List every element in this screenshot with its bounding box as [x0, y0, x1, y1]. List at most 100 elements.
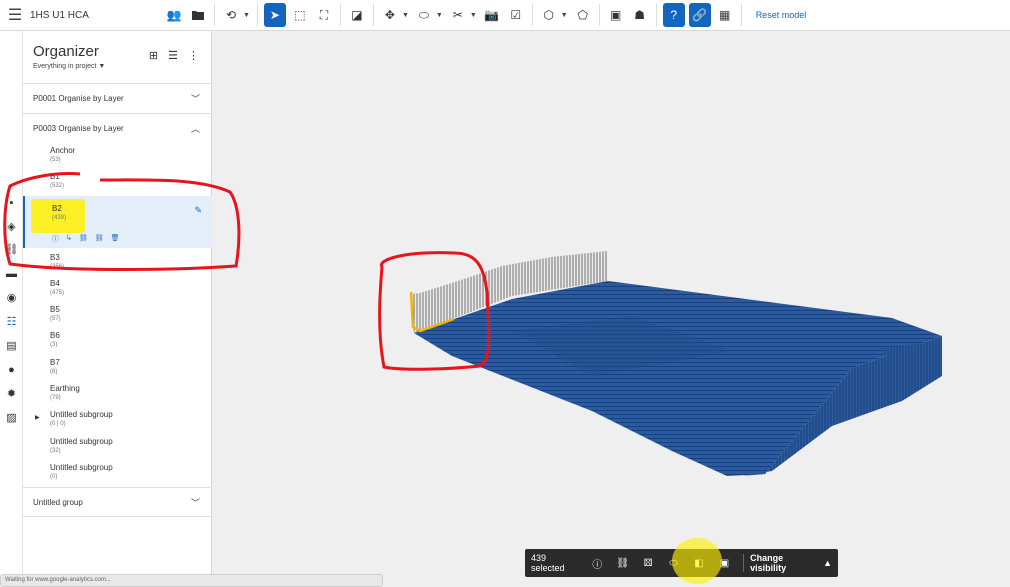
toolbar-divider — [372, 4, 374, 26]
3d-viewport[interactable] — [212, 31, 1010, 587]
gallery-icon[interactable]: ▣ — [606, 3, 626, 27]
check-circle-icon[interactable]: ● — [4, 362, 19, 377]
link-add-icon[interactable]: ⛓ — [614, 554, 631, 572]
chevron-down-icon: ▼ — [98, 63, 106, 70]
chevron-down-icon[interactable]: ▼ — [436, 12, 443, 19]
box-select-icon[interactable]: ⬚ — [290, 3, 310, 27]
section-p0003[interactable]: P0003 Organise by Layer ︿ — [23, 113, 212, 143]
item-count: (32) — [50, 448, 61, 454]
cursor-highlight — [672, 538, 722, 584]
add-folder-icon[interactable]: ⊞ — [149, 49, 158, 62]
camera-icon[interactable]: ◉ — [4, 290, 19, 305]
item-name: Earthing — [50, 384, 80, 393]
section-untitled-group[interactable]: Untitled group ﹀ — [23, 487, 212, 517]
chevron-down-icon[interactable]: ▼ — [561, 12, 568, 19]
item-count: (475) — [50, 290, 65, 296]
toolbar-divider — [256, 4, 258, 26]
item-name: B4 — [50, 279, 60, 288]
list-item[interactable]: Untitled subgroup (32) — [23, 437, 212, 456]
organizer-actions: ⊞ ☰ ⋮ — [149, 49, 199, 62]
cursor-icon[interactable]: ➤ — [263, 3, 286, 27]
list-item[interactable]: B5 (57) — [23, 305, 212, 324]
sort-icon[interactable]: ☰ — [168, 49, 178, 62]
item-name: Anchor — [50, 146, 76, 155]
toolbar-divider — [339, 4, 341, 26]
chevron-down-icon[interactable]: ▼ — [243, 12, 250, 19]
scissors-icon[interactable]: ✂ — [448, 3, 468, 27]
change-visibility-button[interactable]: Change visibility ▲ — [750, 553, 832, 573]
dice-icon[interactable]: ⚄ — [639, 554, 656, 572]
chevron-up-icon: ︿ — [190, 124, 200, 134]
item-count: (53) — [50, 157, 61, 163]
toolbar-divider — [531, 4, 533, 26]
link-icon[interactable]: 🔗 — [688, 3, 711, 27]
selection-count: 439 selected — [531, 553, 565, 573]
crop-icon[interactable]: ⛶ — [314, 3, 334, 27]
chevron-down-icon[interactable]: ▼ — [402, 12, 409, 19]
browser-status-bar: Waiting for www.google-analytics.com... — [0, 574, 383, 587]
shield-icon[interactable]: ⬠ — [573, 3, 593, 27]
item-name: Untitled subgroup — [50, 437, 113, 446]
item-name: Untitled subgroup — [50, 463, 113, 472]
item-name: Untitled subgroup — [50, 410, 113, 419]
section-label: Untitled group — [33, 497, 83, 507]
list-item[interactable]: Anchor (53) — [23, 146, 212, 165]
item-count: (79) — [50, 395, 61, 401]
add-user-icon[interactable]: 👥 — [164, 3, 184, 27]
item-count: (8) — [50, 369, 58, 375]
section-label: P0003 Organise by Layer — [33, 124, 124, 133]
annotation-overlay — [3, 172, 241, 271]
toolbar-divider — [598, 4, 600, 26]
folder-icon[interactable] — [188, 3, 208, 27]
toolbar-divider — [740, 4, 742, 26]
camera-icon[interactable]: 📷 — [482, 3, 502, 27]
item-name: B7 — [50, 358, 60, 367]
item-name: B5 — [50, 305, 60, 314]
help-icon[interactable]: ? — [662, 3, 685, 27]
list-item[interactable]: B6 (3) — [23, 331, 212, 350]
list-item[interactable]: B7 (8) — [23, 358, 212, 377]
divider — [743, 554, 745, 572]
more-vertical-icon[interactable]: ⋮ — [188, 49, 199, 62]
project-title: 1HS U1 HCA — [30, 9, 89, 21]
info-icon[interactable]: ⓘ — [588, 554, 605, 572]
model-render[interactable] — [212, 31, 1010, 587]
measure-icon[interactable]: ◪ — [347, 3, 367, 27]
organizer-scope-dropdown[interactable]: Everything in project ▼ — [33, 63, 105, 70]
item-name: B6 — [50, 331, 60, 340]
list-item[interactable]: Earthing (79) — [23, 384, 212, 403]
top-toolbar: ☰ 1HS U1 HCA 👥 ⟲ ▼ ➤ ⬚ ⛶ ◪ ✥ ▼ ⬭ ▼ ✂ ▼ 📷 ☑ ⬡… — [0, 0, 1010, 31]
organizer-icon[interactable]: ☷ — [4, 314, 19, 329]
ghost-icon[interactable]: ☗ — [630, 3, 650, 27]
axis-icon[interactable]: ✥ — [380, 3, 400, 27]
item-count: (0 | 0) — [50, 421, 66, 427]
scope-label: Everything in project — [33, 63, 97, 70]
list-item[interactable]: Untitled subgroup (0) — [23, 463, 212, 482]
organizer-panel: Organizer Everything in project ▼ ⊞ ☰ ⋮ … — [23, 31, 212, 587]
image-icon[interactable]: ▨ — [4, 410, 19, 425]
chevron-down-icon: ﹀ — [190, 94, 200, 104]
expand-arrow-icon[interactable]: ▶ — [35, 414, 40, 421]
item-count: (57) — [50, 316, 61, 322]
table-icon[interactable]: ▤ — [4, 338, 19, 353]
settings-icon[interactable]: ✹ — [4, 386, 19, 401]
item-count: (0) — [50, 474, 58, 480]
chevron-down-icon: ﹀ — [190, 497, 200, 508]
task-icon[interactable]: ☑ — [506, 3, 526, 27]
chevron-down-icon[interactable]: ▼ — [470, 12, 477, 19]
left-icon-rail: ▪ ◈ ⛓ ▬ ◉ ☷ ▤ ● ✹ ▨ — [0, 31, 23, 587]
list-item[interactable]: ▶ Untitled subgroup (0 | 0) — [23, 410, 212, 429]
organizer-title: Organizer — [33, 43, 99, 60]
cube-icon[interactable]: ⬡ — [539, 3, 559, 27]
calculator-icon[interactable]: ▦ — [715, 3, 735, 27]
chevron-up-icon: ▲ — [823, 558, 833, 568]
toolbar-divider — [214, 4, 215, 26]
menu-icon[interactable]: ☰ — [0, 0, 30, 31]
reset-model-link[interactable]: Reset model — [756, 10, 807, 20]
section-label: P0001 Organise by Layer — [33, 94, 124, 103]
ellipse-icon[interactable]: ⬭ — [414, 3, 434, 27]
list-item[interactable]: B4 (475) — [23, 279, 212, 298]
section-p0001[interactable]: P0001 Organise by Layer ﹀ — [23, 83, 212, 113]
item-count: (3) — [50, 342, 58, 348]
orbit-icon[interactable]: ⟲ — [221, 3, 241, 27]
